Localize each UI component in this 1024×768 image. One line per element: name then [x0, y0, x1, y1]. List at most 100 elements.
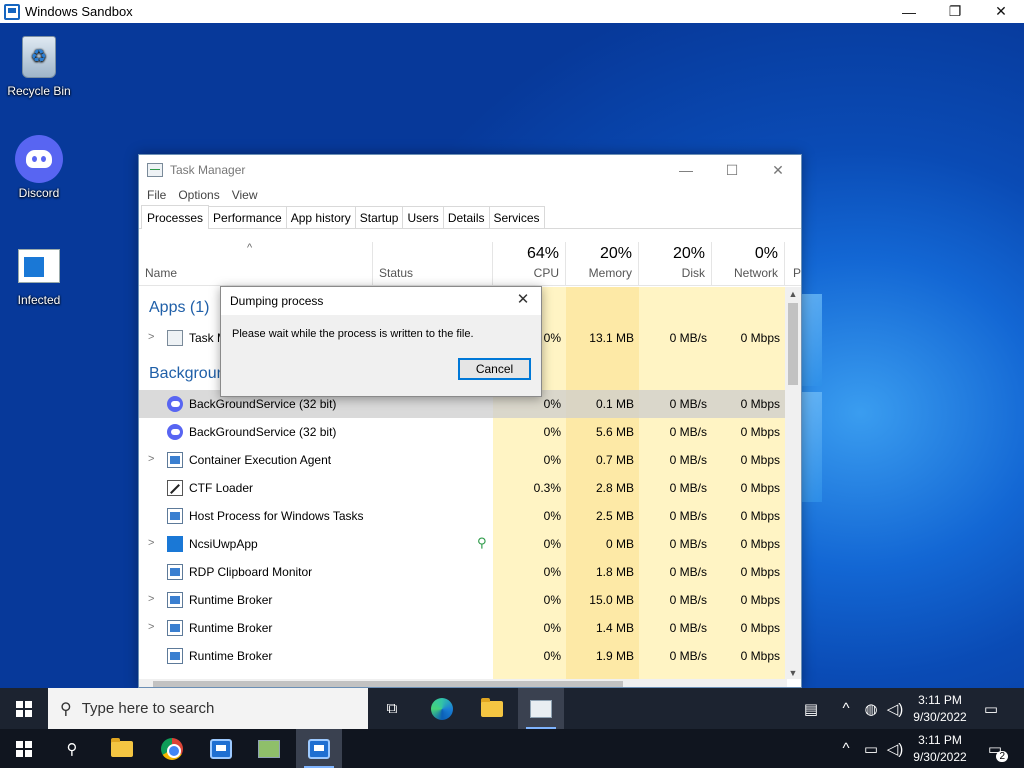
column-power[interactable]: P	[785, 242, 801, 286]
sort-ascending-icon: ^	[247, 242, 253, 254]
scroll-down-icon[interactable]: ▼	[785, 668, 801, 678]
desktop-icon-discord[interactable]: Discord	[1, 135, 77, 200]
table-row[interactable]: Host Process for Windows Tasks 0% 2.5 MB 0 …	[139, 502, 787, 530]
desktop-icon-infected[interactable]: Infected	[1, 242, 77, 307]
restore-button[interactable]: ❐	[932, 0, 978, 23]
vertical-scrollbar[interactable]: ▲ ▼	[785, 287, 801, 679]
taskbar-edge[interactable]	[420, 688, 464, 729]
host-start-button[interactable]	[0, 729, 48, 768]
taskbar-task-manager[interactable]	[518, 688, 564, 729]
process-network-value: 0 Mbps	[740, 565, 780, 579]
table-row[interactable]: CTF Loader 0.3% 2.8 MB 0 MB/s 0 Mbps	[139, 474, 787, 502]
desktop-icon-recycle-bin[interactable]: Recycle Bin	[1, 33, 77, 98]
table-row[interactable]: > NcsiUwpApp ⚲ 0% 0 MB 0 MB/s 0 Mbps	[139, 530, 787, 558]
expand-chevron-icon[interactable]: >	[148, 593, 154, 605]
news-icon: ▤	[803, 700, 819, 718]
taskbar-news[interactable]: ▤	[796, 688, 826, 729]
chrome-icon	[161, 737, 183, 760]
expand-chevron-icon[interactable]: >	[148, 331, 154, 343]
process-memory-value: 1.8 MB	[595, 565, 634, 579]
close-button[interactable]: ✕	[978, 0, 1024, 23]
table-row[interactable]: > Runtime Broker 0% 15.0 MB 0 MB/s 0 Mbps	[139, 586, 787, 614]
application-window-icon	[167, 452, 183, 468]
host-show-hidden-icons[interactable]: ^	[836, 729, 856, 768]
task-manager-icon	[530, 699, 552, 718]
host-app[interactable]	[247, 729, 291, 768]
process-cpu-value: 0%	[543, 621, 561, 635]
host-volume[interactable]: ◁)	[884, 729, 906, 768]
search-input[interactable]: Type here to search	[82, 700, 215, 717]
tm-maximize-button[interactable]: ☐	[709, 155, 755, 185]
process-name: Runtime Broker	[189, 593, 273, 607]
expand-chevron-icon[interactable]: >	[148, 537, 154, 549]
show-hidden-icons[interactable]: ^	[836, 688, 856, 729]
tab-processes[interactable]: Processes	[141, 205, 210, 229]
table-row[interactable]: RDP Clipboard Monitor 0% 1.8 MB 0 MB/s 0 Mbp…	[139, 558, 787, 586]
column-memory[interactable]: 20% Memory	[566, 242, 639, 286]
menu-options[interactable]: Options	[172, 188, 225, 202]
process-memory-value: 15.0 MB	[589, 593, 634, 607]
table-row[interactable]: Runtime Broker 0% 1.9 MB 0 MB/s 0 Mbps	[139, 642, 787, 670]
tab-app-history[interactable]: App history	[285, 206, 356, 228]
network-status[interactable]: ◍	[860, 688, 882, 729]
tab-services[interactable]: Services	[488, 206, 545, 228]
scroll-up-icon[interactable]: ▲	[785, 289, 801, 299]
process-disk-value: 0 MB/s	[669, 593, 707, 607]
tab-details[interactable]: Details	[442, 206, 490, 228]
process-memory-value: 5.6 MB	[595, 425, 634, 439]
tab-users[interactable]: Users	[402, 206, 444, 228]
dialog-close-icon[interactable]: ✕	[511, 290, 535, 312]
process-cpu-value: 0%	[543, 565, 561, 579]
application-window-icon	[167, 592, 183, 608]
process-name: Runtime Broker	[189, 649, 273, 663]
table-row[interactable]: > Container Execution Agent 0% 0.7 MB 0 MB/s…	[139, 446, 787, 474]
host-chrome[interactable]	[150, 729, 194, 768]
tm-minimize-button[interactable]: —	[663, 155, 709, 185]
tab-performance[interactable]: Performance	[208, 206, 287, 228]
table-row[interactable]: > Runtime Broker 0% 1.4 MB 0 MB/s 0 Mbps	[139, 614, 787, 642]
process-network-value: 0 Mbps	[740, 481, 780, 495]
taskbar-clock[interactable]: 3:11 PM 9/30/2022	[908, 688, 972, 729]
taskbar-search[interactable]: ⚲ Type here to search	[48, 688, 368, 729]
host-clock-date: 9/30/2022	[913, 749, 967, 764]
task-manager-titlebar: Task Manager — ☐ ✕	[139, 155, 801, 185]
scrollbar-thumb[interactable]	[788, 303, 798, 385]
column-cpu[interactable]: 64% CPU	[493, 242, 566, 286]
table-row[interactable]: BackGroundService (32 bit) 0% 5.6 MB 0 MB/s…	[139, 418, 787, 446]
menu-view[interactable]: View	[226, 188, 264, 202]
column-disk[interactable]: 20% Disk	[639, 242, 712, 286]
process-network-value: 0 Mbps	[740, 509, 780, 523]
action-center-button[interactable]: ▭	[976, 688, 1006, 729]
process-disk-value: 0 MB/s	[669, 397, 707, 411]
host-network[interactable]: ▭	[860, 729, 882, 768]
horizontal-scrollbar[interactable]	[139, 679, 787, 687]
host-sandbox-app[interactable]	[199, 729, 243, 768]
volume-control[interactable]: ◁)	[884, 688, 906, 729]
chevron-up-icon: ^	[842, 700, 850, 717]
desktop-icon-label: Infected	[17, 293, 61, 307]
process-network-value: 0 Mbps	[740, 425, 780, 439]
cancel-button[interactable]: Cancel	[458, 358, 531, 380]
menu-file[interactable]: File	[141, 188, 172, 202]
tm-close-button[interactable]: ✕	[755, 155, 801, 185]
column-network[interactable]: 0% Network	[712, 242, 785, 286]
host-clock[interactable]: 3:11 PM 9/30/2022	[908, 729, 972, 768]
tab-startup[interactable]: Startup	[354, 206, 404, 228]
task-view-button[interactable]: ⧉	[370, 688, 414, 729]
host-sandbox-active[interactable]	[296, 729, 342, 768]
h-scrollbar-thumb[interactable]	[153, 681, 623, 687]
expand-chevron-icon[interactable]: >	[148, 453, 154, 465]
start-button[interactable]	[0, 688, 48, 729]
process-disk-value: 0 MB/s	[669, 621, 707, 635]
host-action-center[interactable]: ▭ 2	[978, 729, 1012, 768]
process-name: BackGroundService (32 bit)	[189, 397, 337, 411]
process-name: NcsiUwpApp	[189, 537, 258, 551]
host-search-button[interactable]: ⚲	[50, 729, 94, 768]
expand-chevron-icon[interactable]: >	[148, 621, 154, 633]
host-file-explorer[interactable]	[100, 729, 144, 768]
taskbar-file-explorer[interactable]	[470, 688, 514, 729]
column-name[interactable]: ^ Name	[139, 242, 373, 286]
minimize-button[interactable]: —	[886, 0, 932, 23]
column-status[interactable]: Status	[373, 242, 493, 286]
process-name: Container Execution Agent	[189, 453, 332, 467]
